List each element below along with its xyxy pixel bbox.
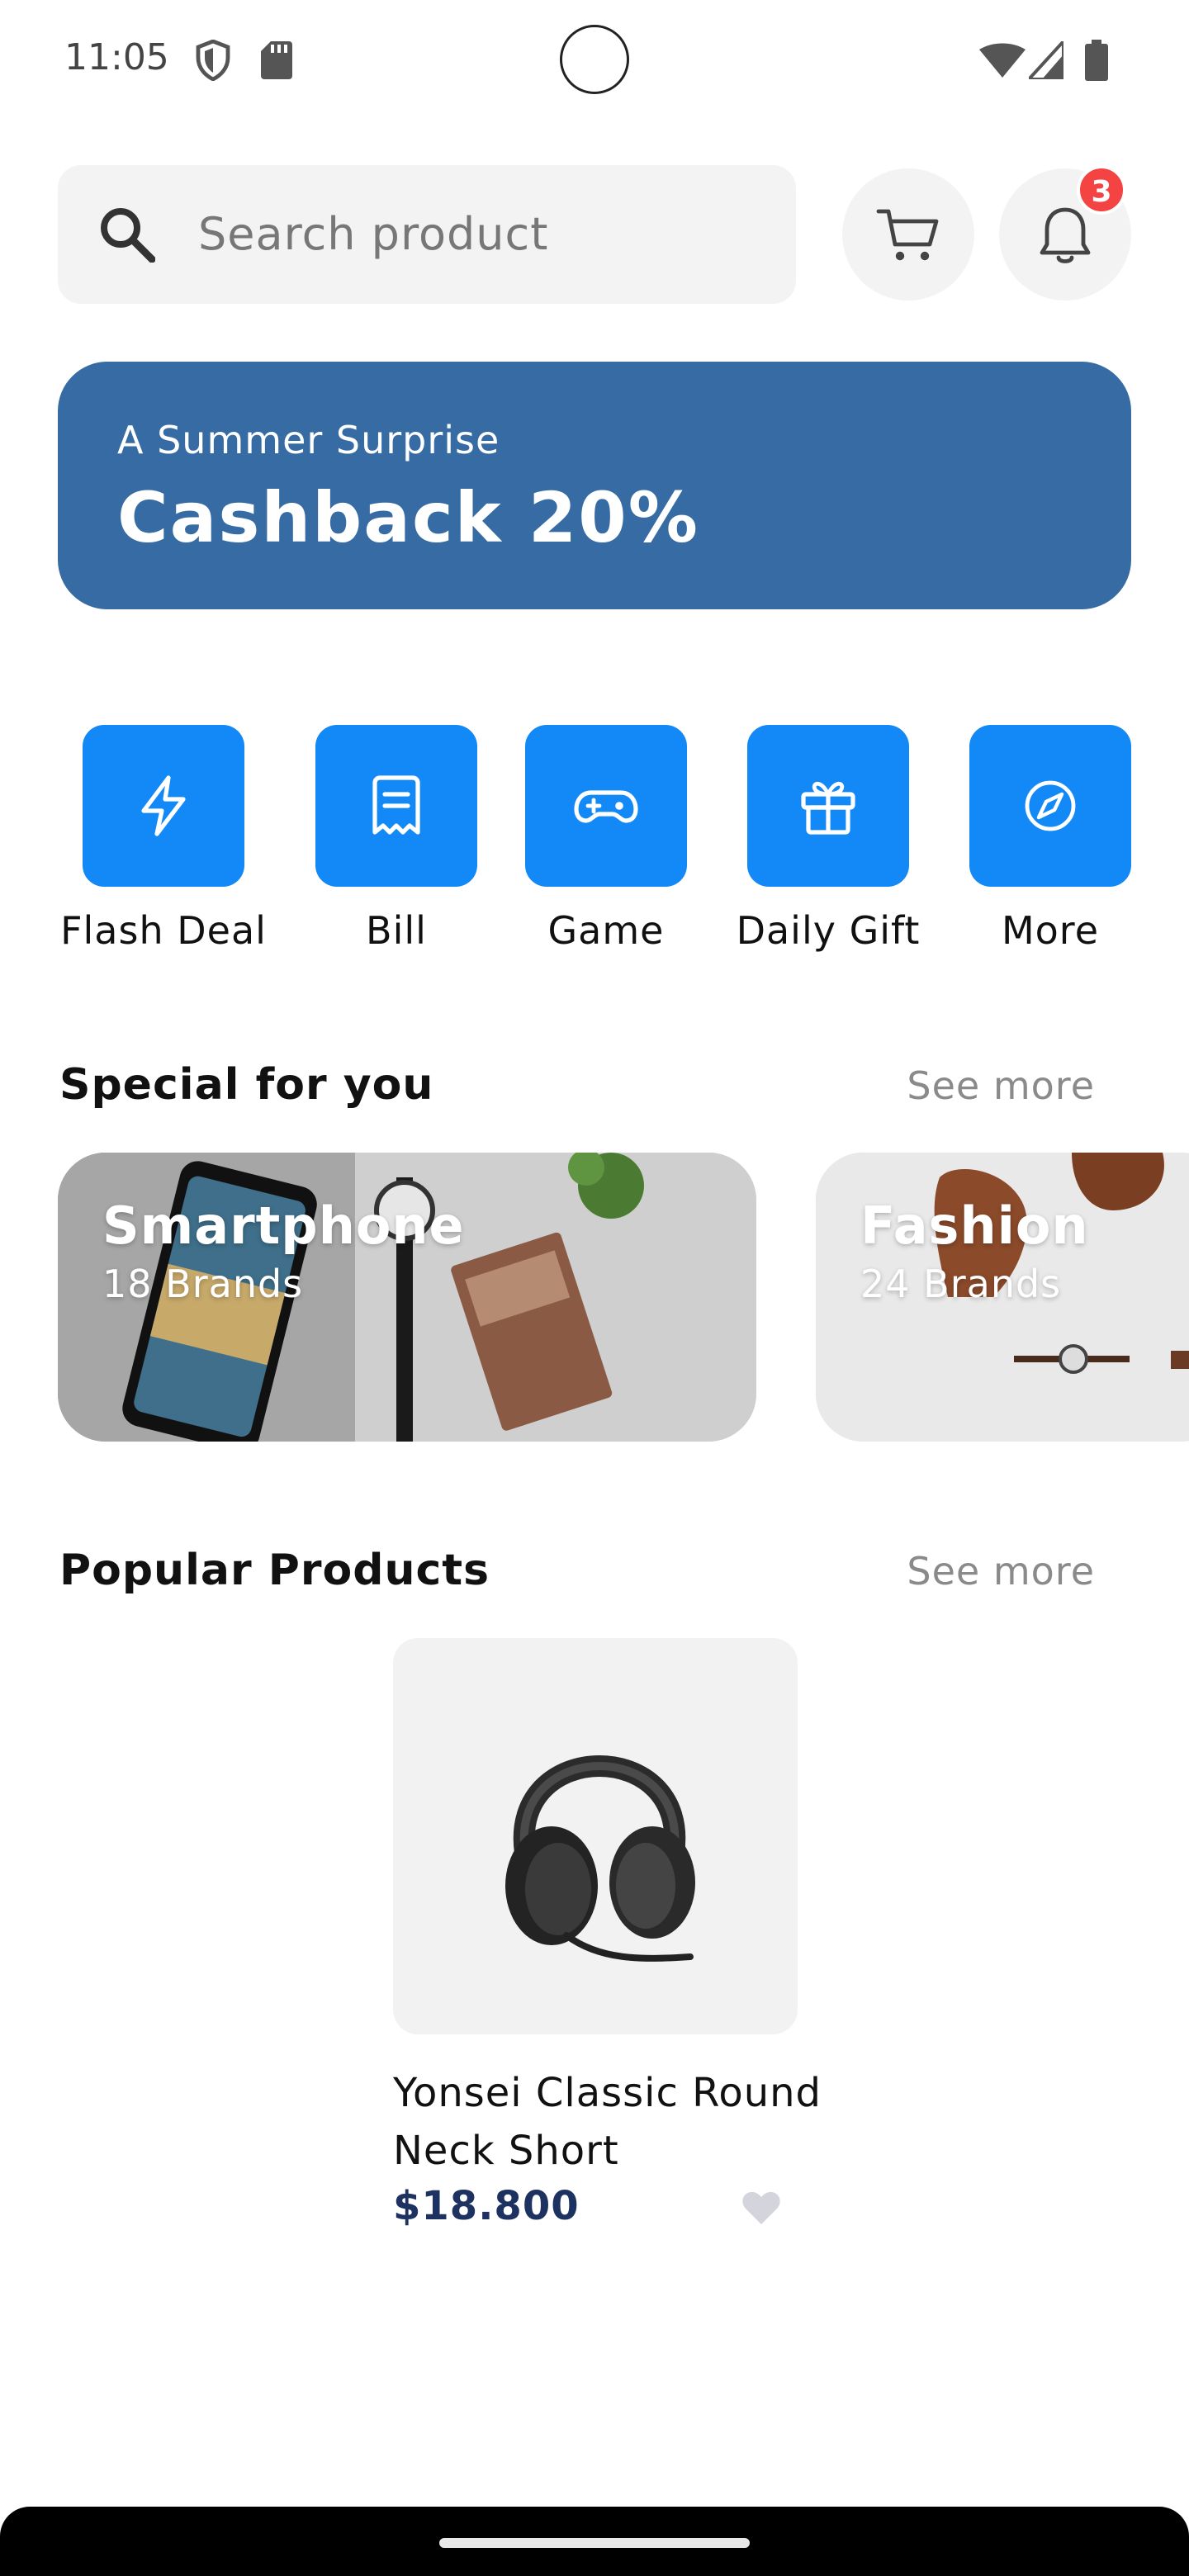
banner-subtitle: A Summer Surprise — [117, 418, 500, 462]
category-more[interactable]: More — [969, 725, 1131, 953]
special-card-title: Smartphone — [102, 1196, 465, 1256]
banner-title: Cashback 20% — [117, 477, 699, 558]
bell-icon — [1040, 207, 1091, 263]
camera-cutout — [560, 25, 629, 94]
status-bar: 11:05 — [0, 0, 1189, 119]
system-nav-bar — [0, 2507, 1189, 2576]
category-bill[interactable]: Bill — [315, 725, 477, 953]
category-label: More — [1001, 908, 1100, 953]
category-tile — [525, 725, 687, 887]
cart-button[interactable] — [842, 168, 974, 301]
product-name[interactable]: Yonsei Classic Round Neck Short — [393, 2064, 822, 2180]
lightning-icon — [141, 775, 186, 836]
shield-icon — [196, 40, 230, 81]
sd-card-icon — [261, 41, 292, 79]
special-card-subtitle: 24 Brands — [860, 1262, 1062, 1306]
search-placeholder: Search product — [198, 208, 549, 260]
special-card-subtitle: 18 Brands — [102, 1262, 304, 1306]
special-section-title: Special for you — [59, 1060, 434, 1110]
status-time: 11:05 — [64, 36, 169, 78]
special-card-fashion[interactable]: Fashion 24 Brands — [816, 1153, 1189, 1442]
category-flash-deal[interactable]: Flash Deal — [59, 725, 268, 953]
cart-icon — [876, 209, 939, 261]
search-icon — [101, 208, 155, 263]
category-label: Flash Deal — [60, 908, 267, 953]
signal-icon — [1029, 41, 1063, 79]
receipt-icon — [372, 775, 420, 835]
category-tile — [747, 725, 909, 887]
special-card-smartphone[interactable]: Smartphone 18 Brands — [58, 1153, 756, 1442]
category-tile — [83, 725, 244, 887]
home-indicator[interactable] — [439, 2538, 750, 2548]
category-tile — [315, 725, 477, 887]
product-price: $18.800 — [393, 2183, 580, 2229]
notification-badge: 3 — [1077, 165, 1126, 215]
category-daily-gift[interactable]: Daily Gift — [727, 725, 930, 953]
search-input[interactable]: Search product — [58, 165, 796, 304]
category-label: Game — [547, 908, 665, 953]
gamepad-icon — [574, 790, 638, 823]
heart-icon[interactable] — [741, 2190, 781, 2226]
battery-icon — [1085, 40, 1108, 81]
gift-icon — [801, 781, 855, 835]
popular-section-title: Popular Products — [59, 1546, 490, 1595]
special-card-title: Fashion — [860, 1196, 1089, 1256]
category-label: Bill — [366, 908, 427, 953]
promo-banner[interactable]: A Summer Surprise Cashback 20% — [58, 362, 1131, 609]
category-tile — [969, 725, 1131, 887]
compass-icon — [1025, 780, 1076, 831]
popular-see-more-link[interactable]: See more — [907, 1549, 1095, 1593]
wifi-icon — [979, 43, 1026, 78]
product-image[interactable] — [393, 1638, 798, 2034]
category-game[interactable]: Game — [525, 725, 687, 953]
headphones-image — [505, 1755, 695, 1962]
category-label: Daily Gift — [736, 908, 921, 953]
special-see-more-link[interactable]: See more — [907, 1063, 1095, 1108]
